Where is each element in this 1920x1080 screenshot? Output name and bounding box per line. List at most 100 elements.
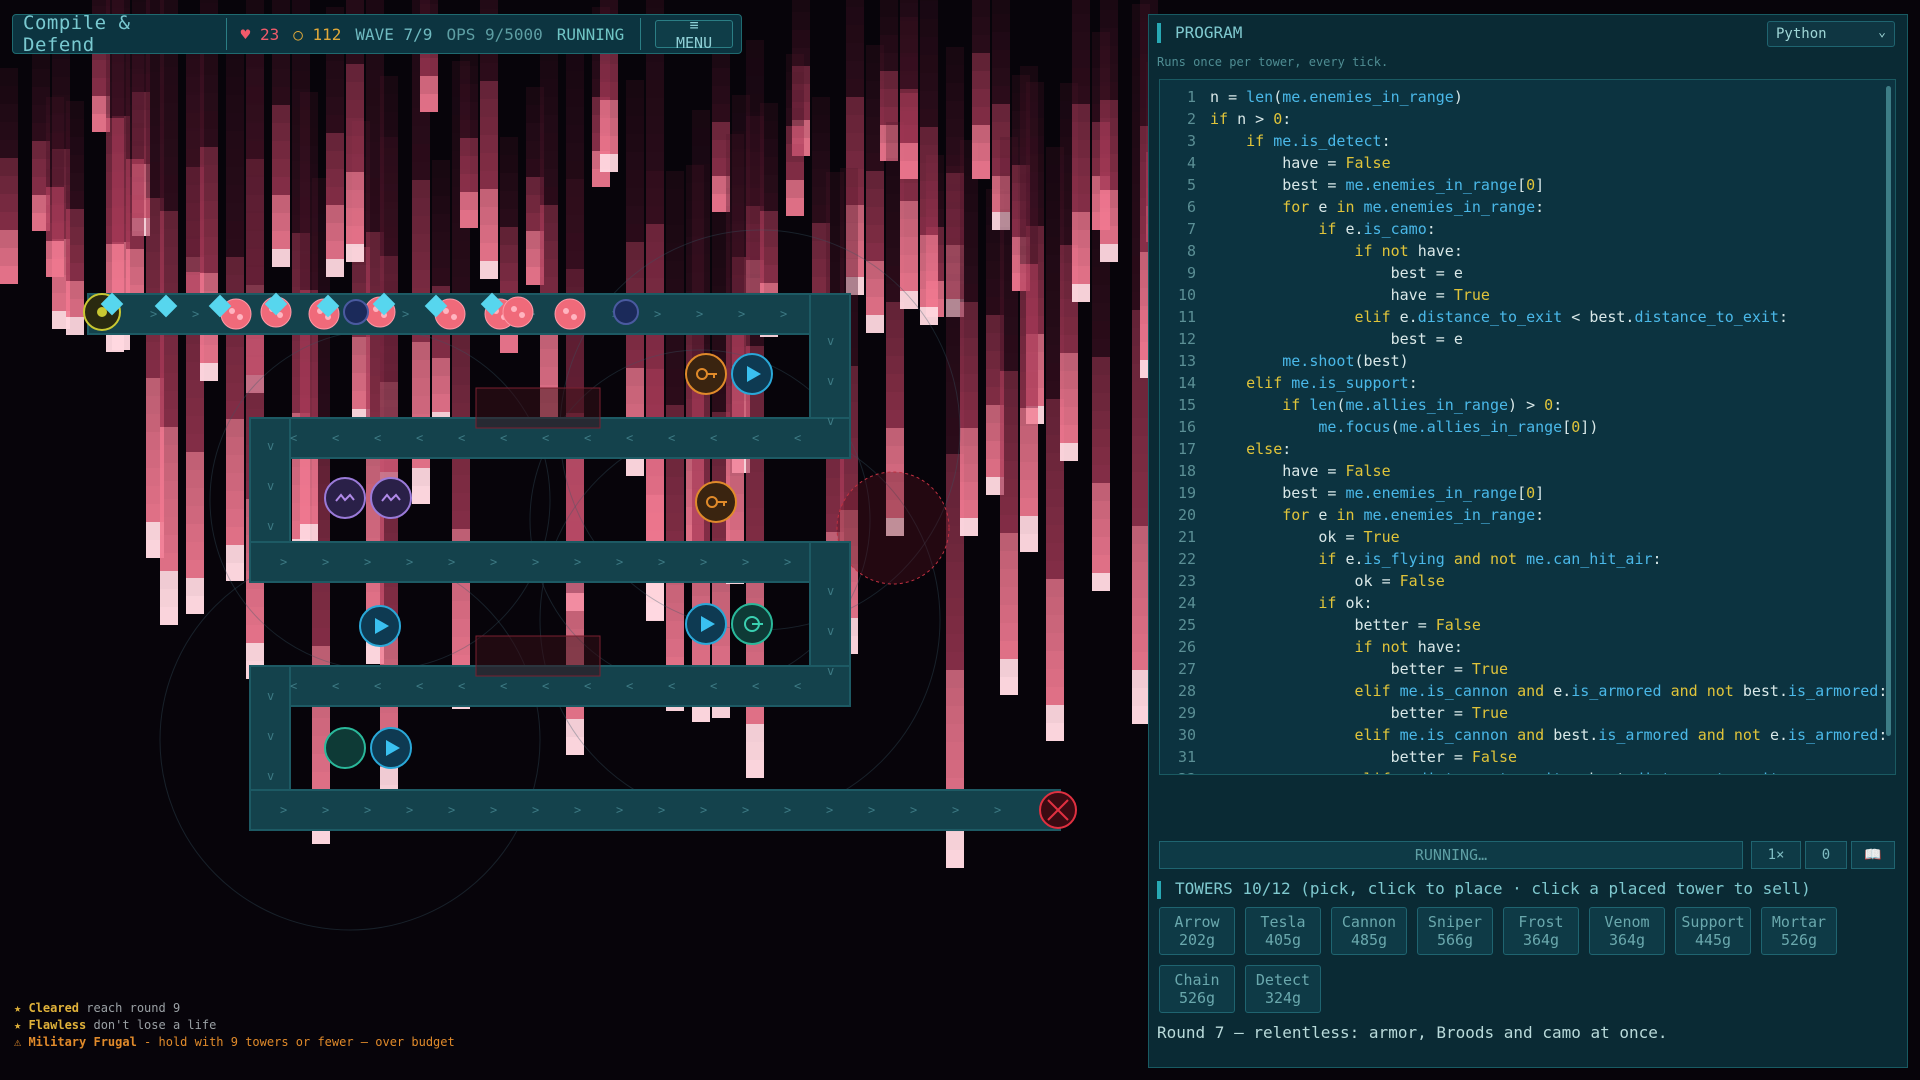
code-text: ok = False <box>1354 572 1445 590</box>
code-line[interactable]: 19 best = me.enemies_in_range[0] <box>1160 482 1544 504</box>
tower-name: Support <box>1681 913 1745 931</box>
svg-text:>: > <box>364 555 371 569</box>
code-line[interactable]: 30 elif me.is_cannon and best.is_armored… <box>1160 724 1887 746</box>
svg-text:<: < <box>794 679 801 693</box>
code-line[interactable]: 3 if me.is_detect: <box>1160 130 1391 152</box>
svg-text:<: < <box>584 431 591 445</box>
code-line[interactable]: 21 ok = True <box>1160 526 1400 548</box>
round-description: Round 7 — relentless: armor, Broods and … <box>1157 1023 1668 1042</box>
svg-text:>: > <box>616 803 623 817</box>
code-line[interactable]: 22 if e.is_flying and not me.can_hit_air… <box>1160 548 1662 570</box>
line-number: 20 <box>1177 506 1196 524</box>
menu-button[interactable]: ≡ MENU <box>655 16 733 52</box>
tower-option-cannon[interactable]: Cannon 485g <box>1331 907 1407 955</box>
code-line[interactable]: 25 better = False <box>1160 614 1481 636</box>
run-status-button[interactable]: RUNNING… <box>1159 841 1743 869</box>
code-line[interactable]: 24 if ok: <box>1160 592 1373 614</box>
code-line[interactable]: 18 have = False <box>1160 460 1391 482</box>
code-line[interactable]: 4 have = False <box>1160 152 1391 174</box>
code-line[interactable]: 9 best = e <box>1160 262 1463 284</box>
svg-text:>: > <box>406 555 413 569</box>
code-line[interactable]: 10 have = True <box>1160 284 1490 306</box>
achievement-title: ★ Flawless <box>14 1018 87 1032</box>
tower-option-venom[interactable]: Venom 364g <box>1589 907 1665 955</box>
tower-name: Cannon <box>1341 913 1397 931</box>
code-line[interactable]: 23 ok = False <box>1160 570 1445 592</box>
code-line[interactable]: 29 better = True <box>1160 702 1508 724</box>
achievement-desc: - hold with 9 towers or fewer — over bud… <box>136 1035 455 1049</box>
tower-option-chain[interactable]: Chain 526g <box>1159 965 1235 1013</box>
code-line[interactable]: 14 elif me.is_support: <box>1160 372 1418 394</box>
svg-text:>: > <box>784 803 791 817</box>
reset-button[interactable]: 0 <box>1805 841 1847 869</box>
code-line[interactable]: 13 me.shoot(best) <box>1160 350 1409 372</box>
code-text: for e in me.enemies_in_range: <box>1282 198 1545 216</box>
code-line[interactable]: 16 me.focus(me.allies_in_range[0]) <box>1160 416 1598 438</box>
svg-text:>: > <box>574 555 581 569</box>
tower-arrow[interactable] <box>359 605 401 647</box>
top-hud: Compile & Defend ♥ 23 ○ 112 WAVE 7/9 OPS… <box>12 12 742 56</box>
svg-text:>: > <box>700 803 707 817</box>
code-text: better = False <box>1354 616 1481 634</box>
code-line[interactable]: 28 elif me.is_cannon and e.is_armored an… <box>1160 680 1887 702</box>
tower-cost: 526g <box>1178 989 1216 1007</box>
tower-name: Venom <box>1604 913 1650 931</box>
code-line[interactable]: 12 best = e <box>1160 328 1463 350</box>
code-line[interactable]: 27 better = True <box>1160 658 1508 680</box>
tower-support[interactable] <box>324 727 366 769</box>
line-number: 28 <box>1177 682 1196 700</box>
tower-option-sniper[interactable]: Sniper 566g <box>1417 907 1493 955</box>
code-line[interactable]: 2 if n > 0: <box>1160 108 1291 130</box>
tower-tesla[interactable] <box>370 477 412 519</box>
editor-scrollbar[interactable] <box>1886 86 1891 736</box>
tower-option-arrow[interactable]: Arrow 202g <box>1159 907 1235 955</box>
achievement-desc: reach round 9 <box>79 1001 181 1015</box>
tower-option-mortar[interactable]: Mortar 526g <box>1761 907 1837 955</box>
code-editor[interactable]: 1 n = len(me.enemies_in_range) 2 if n > 0: 3… <box>1159 79 1896 775</box>
line-number: 24 <box>1177 594 1196 612</box>
tower-option-support[interactable]: Support 445g <box>1675 907 1751 955</box>
run-state: RUNNING <box>556 24 625 44</box>
hud-divider <box>640 18 642 50</box>
code-line[interactable]: 8 if not have: <box>1160 240 1463 262</box>
code-line[interactable]: 5 best = me.enemies_in_range[0] <box>1160 174 1544 196</box>
tower-cannon[interactable] <box>695 481 737 523</box>
lives-counter: ♥ 23 <box>240 24 280 44</box>
tower-arrow[interactable] <box>731 353 773 395</box>
code-text: if not have: <box>1354 242 1463 260</box>
svg-text:<: < <box>668 431 675 445</box>
svg-text:<: < <box>290 431 297 445</box>
speed-button[interactable]: 1× <box>1751 841 1801 869</box>
code-text: ok = True <box>1318 528 1400 546</box>
tower-tesla[interactable] <box>324 477 366 519</box>
tower-option-frost[interactable]: Frost 364g <box>1503 907 1579 955</box>
svg-text:<: < <box>752 431 759 445</box>
code-line[interactable]: 6 for e in me.enemies_in_range: <box>1160 196 1544 218</box>
code-line[interactable]: 17 else: <box>1160 438 1291 460</box>
tower-arrow[interactable] <box>685 603 727 645</box>
program-title: PROGRAM <box>1175 23 1243 42</box>
code-line[interactable]: 20 for e in me.enemies_in_range: <box>1160 504 1544 526</box>
tower-sniper[interactable] <box>731 603 773 645</box>
code-text: best = e <box>1390 330 1463 348</box>
svg-text:<: < <box>542 679 549 693</box>
code-line[interactable]: 7 if e.is_camo: <box>1160 218 1436 240</box>
language-select[interactable]: Python ⌄ <box>1767 21 1895 47</box>
tower-option-detect[interactable]: Detect 324g <box>1245 965 1321 1013</box>
docs-book-icon[interactable]: 📖 <box>1851 841 1895 869</box>
code-text: have = True <box>1390 286 1490 304</box>
code-line[interactable]: 15 if len(me.allies_in_range) > 0: <box>1160 394 1562 416</box>
tower-arrow[interactable] <box>370 727 412 769</box>
code-line[interactable]: 26 if not have: <box>1160 636 1463 658</box>
svg-text:>: > <box>448 803 455 817</box>
svg-text:>: > <box>910 803 917 817</box>
code-line[interactable]: 32 elif e.distance_to_exit < best.distan… <box>1160 768 1788 774</box>
tower-option-tesla[interactable]: Tesla 405g <box>1245 907 1321 955</box>
tower-cannon[interactable] <box>685 353 727 395</box>
code-line[interactable]: 11 elif e.distance_to_exit < best.distan… <box>1160 306 1788 328</box>
tower-cost: 364g <box>1608 931 1646 949</box>
svg-text:>: > <box>192 307 199 321</box>
code-line[interactable]: 31 better = False <box>1160 746 1517 768</box>
code-line[interactable]: 1 n = len(me.enemies_in_range) <box>1160 86 1463 108</box>
achievement-desc: don't lose a life <box>86 1018 217 1032</box>
